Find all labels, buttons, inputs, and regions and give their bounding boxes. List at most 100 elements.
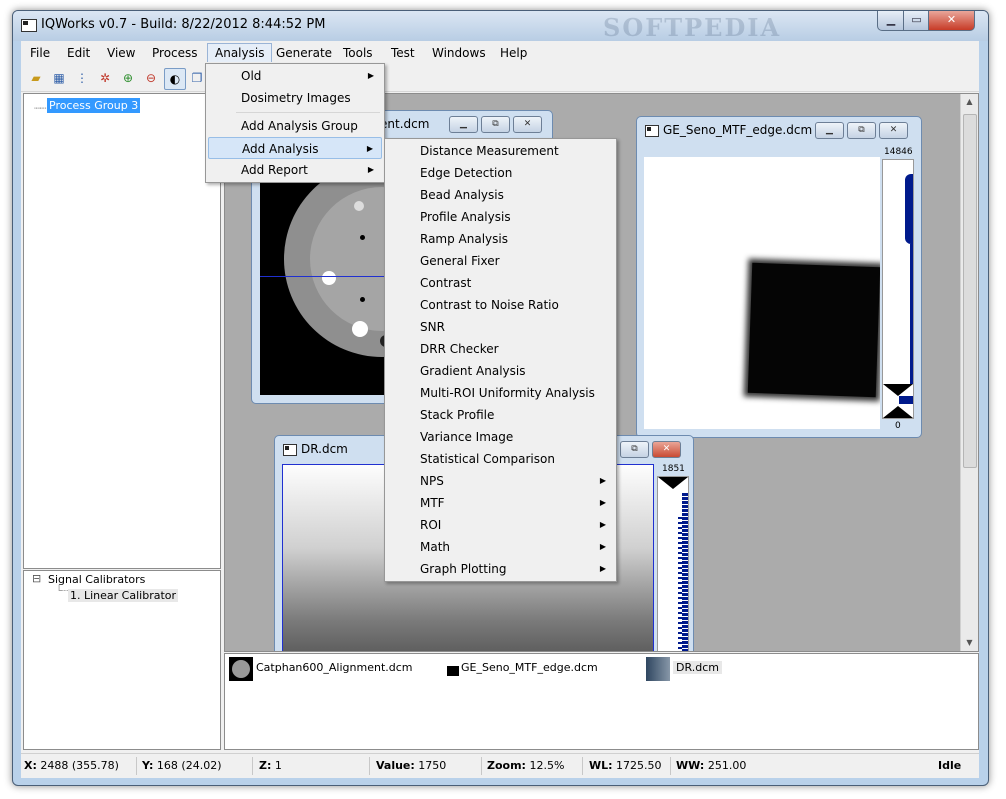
status-y-label: Y:: [142, 759, 154, 772]
menu-item-profile-analysis[interactable]: Profile Analysis: [387, 206, 614, 228]
scroll-thumb[interactable]: [963, 114, 977, 468]
phantom-insert: [360, 297, 365, 302]
menu-file[interactable]: File: [23, 44, 57, 62]
tree-item-linear-calibrator[interactable]: 1. Linear Calibrator: [68, 589, 179, 602]
zoom-out-icon[interactable]: ⊖: [141, 68, 161, 88]
menu-item-mtf[interactable]: MTF ▶: [387, 492, 614, 514]
submenu-arrow-icon: ▶: [599, 476, 606, 485]
menu-item-nps[interactable]: NPS ▶: [387, 470, 614, 492]
phantom-insert: [352, 321, 368, 337]
title-bar[interactable]: IQWorks v0.7 - Build: 8/22/2012 8:44:52 …: [13, 11, 988, 42]
menu-item-label: DRR Checker: [420, 342, 499, 356]
maximize-button[interactable]: ▭: [903, 11, 930, 31]
ge-minimize-button[interactable]: ▁: [815, 122, 844, 139]
open-folder-icon[interactable]: ▰: [26, 68, 46, 88]
menu-edit[interactable]: Edit: [60, 44, 97, 62]
menu-item-label: Multi-ROI Uniformity Analysis: [420, 386, 595, 400]
menu-item-edge-detection[interactable]: Edge Detection: [387, 162, 614, 184]
scroll-up-button[interactable]: ▲: [961, 94, 978, 110]
dr-close-button[interactable]: ✕: [652, 441, 681, 458]
menu-item-variance-image[interactable]: Variance Image: [387, 426, 614, 448]
minimize-button[interactable]: ▁: [877, 11, 905, 31]
tree-icon[interactable]: ⋮: [72, 68, 92, 88]
status-z-label: Z:: [259, 759, 272, 772]
menu-generate[interactable]: Generate: [269, 44, 339, 62]
menu-analysis[interactable]: Analysis: [207, 43, 273, 62]
dr-histogram[interactable]: [657, 476, 689, 651]
contrast-icon[interactable]: ◐: [164, 68, 186, 90]
status-value-label: Value:: [376, 759, 415, 772]
menu-item-label: Statistical Comparison: [420, 452, 555, 466]
menu-process[interactable]: Process: [145, 44, 205, 62]
ge-image[interactable]: [644, 157, 880, 429]
close-button[interactable]: ✕: [928, 11, 975, 31]
scroll-down-button[interactable]: ▼: [961, 635, 978, 651]
histogram-bars: [678, 517, 682, 651]
tree-expander-icon[interactable]: ⊟: [32, 572, 41, 585]
window-level-lower-marker[interactable]: [883, 406, 913, 418]
menu-help[interactable]: Help: [493, 44, 534, 62]
thumbnail-label: DR.dcm: [673, 661, 722, 674]
ge-window-title: GE_Seno_MTF_edge.dcm: [663, 123, 813, 137]
menu-item-add-analysis-group[interactable]: Add Analysis Group: [208, 115, 382, 137]
menu-item-distance-measurement[interactable]: Distance Measurement: [387, 140, 614, 162]
menu-item-dosimetry-images[interactable]: Dosimetry Images: [208, 87, 382, 109]
menu-item-contrast[interactable]: Contrast: [387, 272, 614, 294]
menu-item-old[interactable]: Old ▶: [208, 65, 382, 87]
menu-windows[interactable]: Windows: [425, 44, 493, 62]
submenu-arrow-icon: ▶: [599, 564, 606, 573]
menu-item-add-analysis[interactable]: Add Analysis ▶: [208, 137, 382, 159]
catphan-thumb-icon: [229, 657, 253, 681]
menu-item-label: Contrast: [420, 276, 472, 290]
menu-view[interactable]: View: [100, 44, 142, 62]
menu-item-statistical-comparison[interactable]: Statistical Comparison: [387, 448, 614, 470]
tree-item-process-group[interactable]: Process Group 3: [47, 98, 141, 113]
thumbnail-label: GE_Seno_MTF_edge.dcm: [461, 661, 598, 674]
status-separator: [252, 757, 253, 775]
image-window-icon: [283, 444, 297, 456]
menu-test[interactable]: Test: [384, 44, 422, 62]
menu-item-label: Bead Analysis: [420, 188, 504, 202]
zoom-in-icon[interactable]: ⊕: [118, 68, 138, 88]
catphan-minimize-button[interactable]: ▁: [449, 116, 478, 133]
submenu-arrow-icon: ▶: [599, 498, 606, 507]
catphan-restore-button[interactable]: ⧉: [481, 116, 510, 133]
mdi-vertical-scrollbar[interactable]: ▲ ▼: [960, 94, 978, 651]
menu-item-bead-analysis[interactable]: Bead Analysis: [387, 184, 614, 206]
dr-histogram-max: 1851: [662, 464, 685, 474]
menu-item-ramp-analysis[interactable]: Ramp Analysis: [387, 228, 614, 250]
menu-item-snr[interactable]: SNR: [387, 316, 614, 338]
ge-window[interactable]: GE_Seno_MTF_edge.dcm ▁ ⧉ ✕ 14846 0: [636, 116, 922, 438]
add-analysis-submenu: Distance Measurement Edge Detection Bead A…: [384, 138, 617, 582]
tree-connector: └┈: [56, 586, 69, 597]
menu-item-drr-checker[interactable]: DRR Checker: [387, 338, 614, 360]
submenu-arrow-icon: ▶: [367, 165, 374, 174]
menu-item-roi[interactable]: ROI ▶: [387, 514, 614, 536]
windows-icon[interactable]: ❐: [187, 68, 207, 88]
submenu-arrow-icon: ▶: [366, 144, 373, 153]
menu-tools[interactable]: Tools: [336, 44, 380, 62]
menu-item-label: Add Analysis Group: [241, 119, 358, 133]
histogram-low-peak: [899, 396, 913, 404]
network-icon[interactable]: ✲: [95, 68, 115, 88]
menu-item-general-fixer[interactable]: General Fixer: [387, 250, 614, 272]
menu-item-add-report[interactable]: Add Report ▶: [208, 159, 382, 181]
ge-close-button[interactable]: ✕: [879, 122, 908, 139]
menu-item-label: Dosimetry Images: [241, 91, 351, 105]
phantom-insert: [354, 201, 364, 211]
tree-item-signal-calibrators[interactable]: Signal Calibrators: [48, 573, 145, 586]
menu-item-contrast-to-noise-ratio[interactable]: Contrast to Noise Ratio: [387, 294, 614, 316]
dr-restore-button[interactable]: ⧉: [620, 441, 649, 458]
grid-icon[interactable]: ▦: [49, 68, 69, 88]
ge-histogram[interactable]: [882, 159, 914, 419]
menu-item-multi-roi-uniformity-analysis[interactable]: Multi-ROI Uniformity Analysis: [387, 382, 614, 404]
menu-item-graph-plotting[interactable]: Graph Plotting ▶: [387, 558, 614, 580]
histogram-peak: [905, 174, 913, 244]
menu-item-math[interactable]: Math ▶: [387, 536, 614, 558]
menu-item-gradient-analysis[interactable]: Gradient Analysis: [387, 360, 614, 382]
window-level-upper-marker[interactable]: [658, 477, 688, 489]
menu-item-stack-profile[interactable]: Stack Profile: [387, 404, 614, 426]
catphan-close-button[interactable]: ✕: [513, 116, 542, 133]
window-level-upper-marker[interactable]: [883, 384, 913, 396]
ge-restore-button[interactable]: ⧉: [847, 122, 876, 139]
